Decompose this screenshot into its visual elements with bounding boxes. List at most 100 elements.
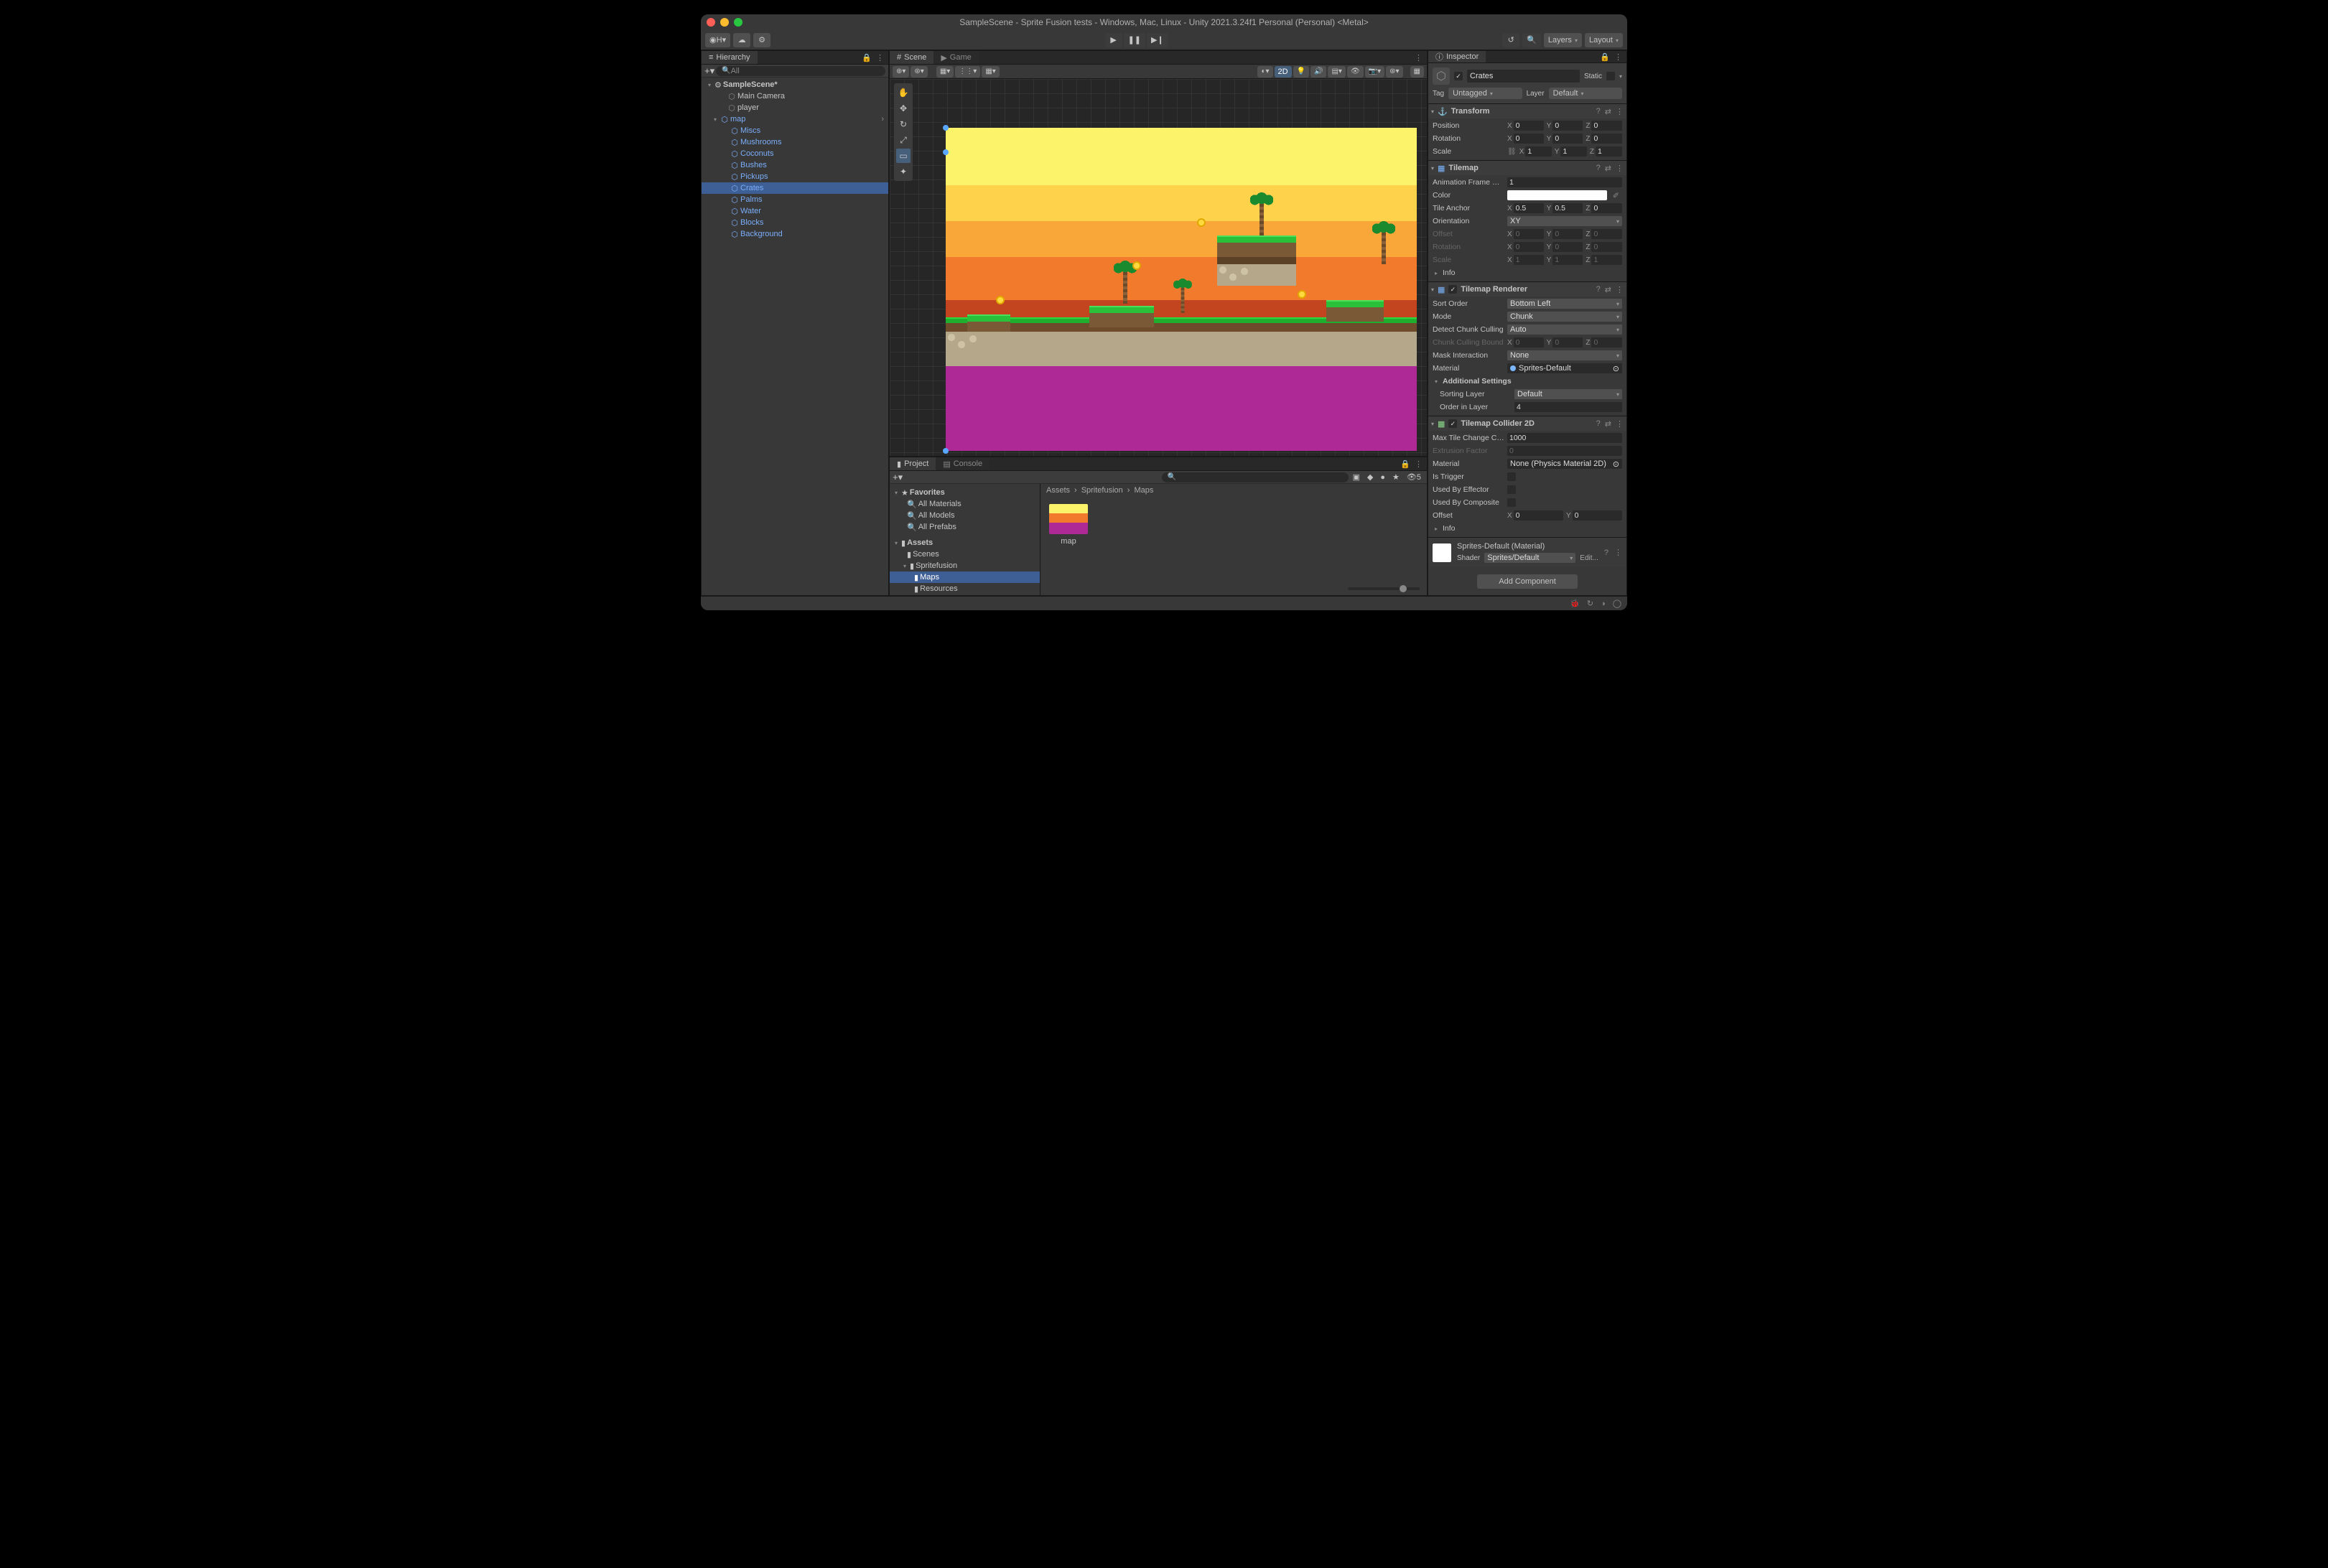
hierarchy-item-map[interactable]: ▾map› — [702, 113, 888, 125]
position-z-input[interactable] — [1591, 121, 1622, 131]
search-filter-type[interactable]: ◆ — [1364, 472, 1376, 482]
assets-root[interactable]: ▾▮ Assets — [890, 537, 1040, 549]
preset-icon[interactable]: ⇄ — [1605, 107, 1611, 116]
thumbnail-size-slider[interactable] — [1348, 587, 1420, 590]
component-header-tilemap[interactable]: ▾▦Tilemap?⇄⋮ — [1428, 161, 1626, 175]
breadcrumb-spritefusion[interactable]: Spritefusion — [1081, 486, 1123, 495]
position-y-input[interactable] — [1552, 121, 1583, 131]
window-minimize-button[interactable] — [720, 18, 729, 27]
assets-scenes[interactable]: ▮ Scenes — [890, 549, 1040, 560]
hierarchy-item-mushrooms[interactable]: Mushrooms — [702, 136, 888, 148]
sort-order-dropdown[interactable]: Bottom Left — [1507, 299, 1622, 309]
assets-maps[interactable]: ▮ Maps — [890, 571, 1040, 583]
context-menu-icon[interactable]: ⋮ — [1616, 419, 1624, 429]
anchor-z-input[interactable] — [1591, 203, 1622, 213]
component-header-transform[interactable]: ▾⚓Transform?⇄⋮ — [1428, 104, 1626, 118]
cloud-button[interactable]: ☁ — [733, 33, 750, 47]
pause-button[interactable]: ❚❚ — [1124, 33, 1145, 47]
rect-tool[interactable]: ▭ — [896, 149, 911, 163]
sorting-layer-dropdown[interactable]: Default — [1514, 389, 1622, 399]
scene-visibility-toggle[interactable]: 👁 — [1347, 66, 1364, 78]
scale-y-input[interactable] — [1560, 146, 1586, 157]
component-header-tmr[interactable]: ▾▦Tilemap Renderer?⇄⋮ — [1428, 282, 1626, 297]
rotation-z-input[interactable] — [1591, 134, 1622, 144]
project-search-input[interactable]: 🔍 — [1162, 472, 1349, 482]
preset-icon[interactable]: ⇄ — [1605, 285, 1611, 294]
tmcol-material-field[interactable]: None (Physics Material 2D)⊙ — [1507, 459, 1622, 469]
favorites-root[interactable]: ▾★ Favorites — [890, 487, 1040, 498]
fav-all-models[interactable]: 🔍 All Models — [890, 510, 1040, 521]
scene-tab[interactable]: # Scene — [890, 51, 933, 64]
snap-settings-button[interactable]: ▦▾ — [982, 66, 999, 78]
used-by-composite-checkbox[interactable] — [1507, 498, 1516, 507]
col-offset-y-input[interactable] — [1573, 510, 1622, 521]
preset-icon[interactable]: ⇄ — [1605, 164, 1611, 173]
lock-icon[interactable]: 🔒 — [862, 53, 872, 62]
settings-gear-button[interactable]: ⚙ — [753, 33, 770, 47]
statusbar-autorefresh-icon[interactable]: ↻ — [1587, 599, 1593, 608]
hierarchy-item-miscs[interactable]: Miscs — [702, 125, 888, 136]
favorites-filter-icon[interactable]: ★ — [1389, 472, 1402, 482]
max-tile-change-input[interactable] — [1507, 433, 1622, 443]
fav-all-materials[interactable]: 🔍 All Materials — [890, 498, 1040, 510]
menu-icon[interactable]: ⋮ — [876, 53, 884, 62]
hierarchy-tab[interactable]: ≡ Hierarchy — [702, 51, 758, 64]
hierarchy-item-pickups[interactable]: Pickups — [702, 171, 888, 182]
snap-increment-toggle[interactable]: ⋮⋮▾ — [955, 66, 980, 78]
step-button[interactable]: ▶❙ — [1147, 33, 1168, 47]
asset-map[interactable]: map — [1048, 504, 1089, 546]
scene-row[interactable]: ▾⚙ SampleScene* — [702, 79, 888, 90]
menu-icon[interactable]: ⋮ — [1415, 53, 1423, 62]
layers-dropdown[interactable]: Layers — [1544, 33, 1582, 47]
anim-frame-rate-input[interactable] — [1507, 177, 1622, 187]
mode-dropdown[interactable]: Chunk — [1507, 312, 1622, 322]
hierarchy-item-water[interactable]: Water — [702, 205, 888, 217]
tmcol-enabled-checkbox[interactable] — [1448, 419, 1457, 428]
tilemap-color-field[interactable] — [1507, 190, 1607, 200]
shader-dropdown[interactable]: Sprites/Default — [1484, 553, 1575, 563]
selection-handle[interactable] — [943, 149, 949, 155]
search-filter-label[interactable]: ● — [1377, 473, 1388, 482]
asset-grid[interactable]: map — [1040, 497, 1427, 582]
static-checkbox[interactable] — [1606, 72, 1615, 80]
layer-dropdown[interactable]: Default — [1549, 88, 1622, 99]
is-trigger-checkbox[interactable] — [1507, 472, 1516, 481]
transform-tool[interactable]: ✦ — [896, 164, 911, 179]
project-tab[interactable]: ▮ Project — [890, 457, 936, 470]
game-tab[interactable]: ▶ Game — [933, 51, 978, 64]
context-menu-icon[interactable]: ⋮ — [1616, 164, 1624, 173]
hidden-count-icon[interactable]: 👁5 — [1404, 472, 1424, 482]
context-menu-icon[interactable]: ⋮ — [1614, 548, 1622, 557]
assets-resources[interactable]: ▮ Resources — [890, 583, 1040, 594]
inspector-tab[interactable]: ⓘ Inspector — [1428, 51, 1486, 62]
help-icon[interactable]: ? — [1596, 164, 1601, 173]
console-tab[interactable]: ▤ Console — [936, 457, 990, 470]
gizmos-dropdown[interactable]: ⊛▾ — [1386, 66, 1402, 78]
lighting-toggle[interactable]: 💡 — [1293, 66, 1309, 78]
hierarchy-item-blocks[interactable]: Blocks — [702, 217, 888, 228]
audio-toggle[interactable]: 🔊 — [1310, 66, 1326, 78]
position-x-input[interactable] — [1514, 121, 1544, 131]
hierarchy-item-coconuts[interactable]: Coconuts — [702, 148, 888, 159]
static-dropdown[interactable] — [1619, 72, 1622, 80]
rotate-tool[interactable]: ↻ — [896, 117, 911, 131]
selection-handle[interactable] — [943, 125, 949, 131]
scale-tool[interactable]: ⤢ — [896, 133, 911, 147]
statusbar-progress-icon[interactable]: ◯ — [1613, 599, 1621, 608]
statusbar-cache-icon[interactable]: ◑ — [1601, 599, 1606, 608]
menu-icon[interactable]: ⋮ — [1415, 459, 1423, 469]
breadcrumb-maps[interactable]: Maps — [1134, 486, 1153, 495]
dcc-dropdown[interactable]: Auto — [1507, 325, 1622, 335]
scale-link-icon[interactable]: ⛓ — [1507, 148, 1517, 156]
scale-x-input[interactable] — [1525, 146, 1551, 157]
move-tool[interactable]: ✥ — [896, 101, 911, 116]
active-checkbox[interactable] — [1454, 72, 1463, 80]
view-tool[interactable]: ✋ — [896, 85, 911, 100]
hierarchy-search-input[interactable]: 🔍 All — [716, 66, 885, 76]
draw-mode-dropdown[interactable]: ◐▾ — [1257, 66, 1272, 78]
hierarchy-item-crates[interactable]: Crates — [702, 182, 888, 194]
lock-icon[interactable]: 🔒 — [1400, 459, 1410, 469]
anchor-x-input[interactable] — [1514, 203, 1544, 213]
account-button[interactable]: ◉ H ▾ — [705, 33, 730, 47]
assets-spritefusion[interactable]: ▾▮ Spritefusion — [890, 560, 1040, 571]
